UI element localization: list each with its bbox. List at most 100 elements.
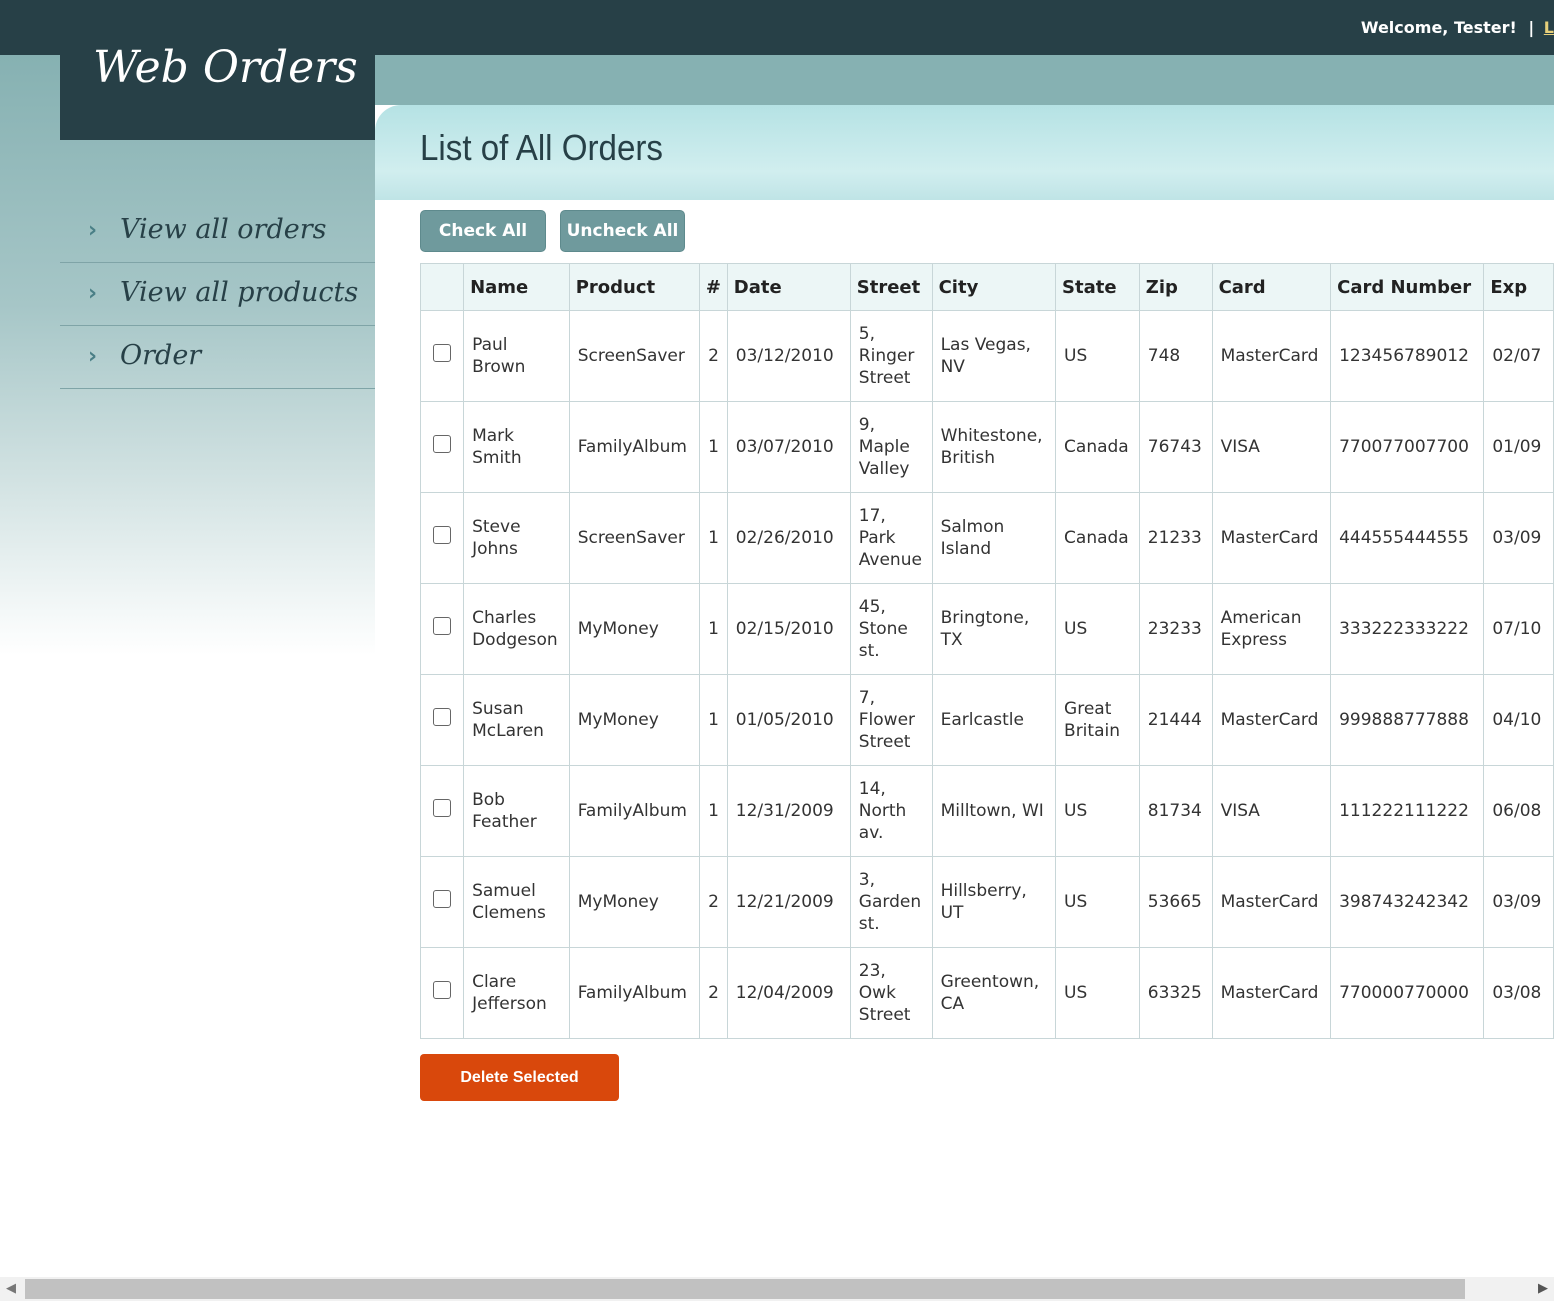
row-checkbox[interactable] [433, 617, 452, 635]
orders-table: Name Product # Date Street City State Zi… [419, 263, 1554, 1039]
table-row: Bob Feather FamilyAlbum 1 12/31/2009 14,… [419, 765, 1554, 857]
cell-zip: 748 [1138, 310, 1213, 402]
cell-state: US [1055, 310, 1140, 402]
header-band [375, 55, 1554, 105]
sidebar-item-label: View all orders [120, 214, 327, 245]
cell-exp: 06/08 [1483, 765, 1554, 857]
table-row: Samuel Clemens MyMoney 2 12/21/2009 3, G… [419, 856, 1554, 948]
row-checkbox[interactable] [433, 344, 452, 362]
row-select-cell [419, 583, 465, 675]
row-select-cell [419, 856, 465, 948]
chevron-right-icon: › [88, 344, 98, 369]
sidebar-item-view-all-orders[interactable]: › View all orders [60, 200, 375, 263]
column-header: Street [849, 263, 933, 311]
cell-quantity: 1 [699, 765, 728, 857]
cell-city: Whitestone, British [931, 401, 1057, 493]
cell-zip: 21233 [1138, 492, 1213, 584]
row-checkbox[interactable] [433, 435, 452, 453]
cell-card-number: 333222333222 [1330, 583, 1485, 675]
cell-name: Steve Johns [463, 492, 570, 584]
arrow-left-icon[interactable]: ◀ [6, 1281, 16, 1296]
logo-text: Web Orders [93, 42, 358, 93]
delete-selected-button[interactable]: Delete Selected [420, 1054, 619, 1101]
scrollbar-thumb[interactable] [25, 1279, 1465, 1299]
check-all-button[interactable]: Check All [420, 210, 546, 252]
cell-exp: 01/09 [1483, 401, 1554, 493]
table-row: Susan McLaren MyMoney 1 01/05/2010 7, Fl… [419, 674, 1554, 766]
row-checkbox[interactable] [433, 526, 452, 544]
column-header: City [931, 263, 1057, 311]
table-row: Mark Smith FamilyAlbum 1 03/07/2010 9, M… [419, 401, 1554, 493]
cell-date: 03/12/2010 [726, 310, 851, 402]
row-checkbox[interactable] [433, 981, 452, 999]
cell-city: Bringtone, TX [931, 583, 1057, 675]
row-checkbox[interactable] [433, 799, 452, 817]
cell-product: MyMoney [568, 583, 701, 675]
uncheck-all-button[interactable]: Uncheck All [560, 210, 685, 252]
column-header: Card Number [1330, 263, 1485, 311]
cell-product: ScreenSaver [568, 310, 701, 402]
row-select-cell [419, 947, 465, 1039]
welcome-text: Welcome, Tester! [1360, 18, 1517, 37]
column-header: Zip [1138, 263, 1213, 311]
sidebar-item-label: View all products [120, 277, 359, 308]
cell-city: Las Vegas, NV [931, 310, 1057, 402]
cell-city: Milltown, WI [931, 765, 1057, 857]
cell-product: FamilyAlbum [568, 765, 701, 857]
cell-name: Paul Brown [463, 310, 570, 402]
welcome-separator: | [1528, 18, 1535, 37]
cell-exp: 02/07 [1483, 310, 1554, 402]
cell-street: 17, Park Avenue [849, 492, 933, 584]
cell-zip: 81734 [1138, 765, 1213, 857]
cell-exp: 03/08 [1483, 947, 1554, 1039]
cell-date: 12/21/2009 [726, 856, 851, 948]
cell-quantity: 1 [699, 674, 728, 766]
cell-date: 03/07/2010 [726, 401, 851, 493]
cell-card-number: 111222111222 [1330, 765, 1485, 857]
column-header: Name [463, 263, 570, 311]
cell-zip: 53665 [1138, 856, 1213, 948]
cell-state: US [1055, 583, 1140, 675]
cell-zip: 76743 [1138, 401, 1213, 493]
cell-quantity: 1 [699, 583, 728, 675]
cell-state: US [1055, 947, 1140, 1039]
cell-card: MasterCard [1211, 947, 1332, 1039]
row-checkbox[interactable] [433, 890, 452, 908]
cell-name: Charles Dodgeson [463, 583, 570, 675]
arrow-right-icon[interactable]: ▶ [1538, 1281, 1548, 1296]
column-header: State [1055, 263, 1140, 311]
cell-name: Samuel Clemens [463, 856, 570, 948]
cell-name: Clare Jefferson [463, 947, 570, 1039]
sidebar-item-view-all-products[interactable]: › View all products [60, 263, 375, 326]
cell-date: 02/15/2010 [726, 583, 851, 675]
cell-name: Susan McLaren [463, 674, 570, 766]
logout-link[interactable]: L [1544, 18, 1554, 37]
cell-state: Canada [1055, 492, 1140, 584]
cell-card: VISA [1211, 765, 1332, 857]
row-select-cell [419, 492, 465, 584]
cell-name: Bob Feather [463, 765, 570, 857]
cell-street: 14, North av. [849, 765, 933, 857]
cell-card: VISA [1211, 401, 1332, 493]
cell-street: 45, Stone st. [849, 583, 933, 675]
cell-card: MasterCard [1211, 674, 1332, 766]
row-checkbox[interactable] [433, 708, 452, 726]
cell-date: 01/05/2010 [726, 674, 851, 766]
cell-card-number: 444555444555 [1330, 492, 1485, 584]
sidebar-item-order[interactable]: › Order [60, 326, 375, 389]
row-select-cell [419, 765, 465, 857]
cell-quantity: 2 [699, 310, 728, 402]
cell-card-number: 999888777888 [1330, 674, 1485, 766]
column-header: Date [726, 263, 851, 311]
cell-zip: 63325 [1138, 947, 1213, 1039]
table-row: Clare Jefferson FamilyAlbum 2 12/04/2009… [419, 947, 1554, 1039]
chevron-right-icon: › [88, 218, 98, 243]
table-row: Charles Dodgeson MyMoney 1 02/15/2010 45… [419, 583, 1554, 675]
cell-product: MyMoney [568, 856, 701, 948]
cell-quantity: 1 [699, 401, 728, 493]
horizontal-scrollbar[interactable]: ◀ ▶ [0, 1277, 1554, 1301]
logo: Web Orders [60, 0, 375, 140]
column-header: Card [1211, 263, 1332, 311]
row-select-cell [419, 401, 465, 493]
cell-card: MasterCard [1211, 856, 1332, 948]
